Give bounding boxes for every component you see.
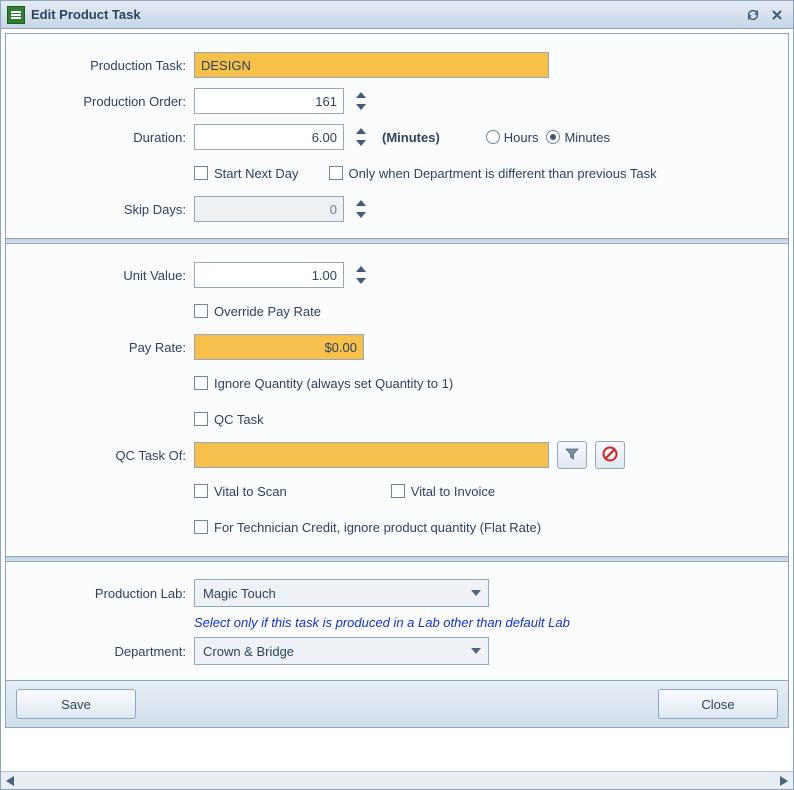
check-start-next-day[interactable]: Start Next Day: [194, 166, 299, 181]
radio-minutes[interactable]: Minutes: [546, 130, 610, 145]
close-icon[interactable]: [767, 5, 787, 25]
label-production-task: Production Task:: [16, 58, 194, 73]
spinner-up-icon[interactable]: [354, 197, 368, 209]
window-title: Edit Product Task: [31, 7, 141, 22]
production-lab-value: Magic Touch: [203, 586, 276, 601]
check-flat-rate-label: For Technician Credit, ignore product qu…: [214, 520, 541, 535]
label-pay-rate: Pay Rate:: [16, 340, 194, 355]
check-vital-to-scan-label: Vital to Scan: [214, 484, 287, 499]
check-qc-task[interactable]: QC Task: [194, 412, 264, 427]
check-vital-to-invoice-label: Vital to Invoice: [411, 484, 495, 499]
close-button[interactable]: Close: [658, 689, 778, 719]
spinner-down-icon[interactable]: [354, 209, 368, 221]
check-vital-to-invoice[interactable]: Vital to Invoice: [391, 484, 495, 499]
horizontal-scrollbar[interactable]: [1, 771, 793, 789]
production-order-input[interactable]: [194, 88, 344, 114]
spinner-up-icon[interactable]: [354, 263, 368, 275]
clear-button[interactable]: [595, 441, 625, 469]
filter-button[interactable]: [557, 441, 587, 469]
label-skip-days: Skip Days:: [16, 202, 194, 217]
pay-rate-input[interactable]: [194, 334, 364, 360]
label-unit-value: Unit Value:: [16, 268, 194, 283]
check-override-pay-rate[interactable]: Override Pay Rate: [194, 304, 321, 319]
label-qc-task-of: QC Task Of:: [16, 448, 194, 463]
check-qc-task-label: QC Task: [214, 412, 264, 427]
spinner-up-icon[interactable]: [354, 125, 368, 137]
duration-units-label: (Minutes): [382, 130, 440, 145]
check-start-next-day-label: Start Next Day: [214, 166, 299, 181]
check-override-pay-rate-label: Override Pay Rate: [214, 304, 321, 319]
spinner-down-icon[interactable]: [354, 137, 368, 149]
section-lab: Production Lab: Magic Touch Select only …: [6, 562, 788, 680]
chevron-down-icon: [470, 645, 482, 660]
qc-task-of-input[interactable]: [194, 442, 549, 468]
scroll-left-icon[interactable]: [1, 773, 19, 789]
chevron-down-icon: [470, 587, 482, 602]
radio-hours[interactable]: Hours: [486, 130, 539, 145]
scroll-right-icon[interactable]: [775, 773, 793, 789]
label-production-lab: Production Lab:: [16, 586, 194, 601]
save-button[interactable]: Save: [16, 689, 136, 719]
production-task-input[interactable]: [194, 52, 549, 78]
production-lab-help: Select only if this task is produced in …: [194, 615, 570, 630]
department-select[interactable]: Crown & Bridge: [194, 637, 489, 665]
skip-days-input: [194, 196, 344, 222]
funnel-icon: [564, 446, 580, 465]
skip-days-spinner[interactable]: [354, 197, 368, 221]
label-production-order: Production Order:: [16, 94, 194, 109]
unit-value-spinner[interactable]: [354, 263, 368, 287]
spinner-down-icon[interactable]: [354, 101, 368, 113]
check-only-when-dept-diff[interactable]: Only when Department is different than p…: [329, 166, 657, 181]
unit-value-input[interactable]: [194, 262, 344, 288]
radio-hours-label: Hours: [504, 130, 539, 145]
button-bar: Save Close: [6, 680, 788, 727]
app-icon: [7, 6, 25, 24]
check-flat-rate[interactable]: For Technician Credit, ignore product qu…: [194, 520, 541, 535]
main-panel: Production Task: Production Order: Durat…: [5, 33, 789, 728]
check-ignore-quantity[interactable]: Ignore Quantity (always set Quantity to …: [194, 376, 453, 391]
check-vital-to-scan[interactable]: Vital to Scan: [194, 484, 287, 499]
production-order-spinner[interactable]: [354, 89, 368, 113]
duration-spinner[interactable]: [354, 125, 368, 149]
production-lab-select[interactable]: Magic Touch: [194, 579, 489, 607]
check-only-when-dept-diff-label: Only when Department is different than p…: [349, 166, 657, 181]
department-value: Crown & Bridge: [203, 644, 294, 659]
spinner-down-icon[interactable]: [354, 275, 368, 287]
section-pay: Unit Value: Override Pay Rate Pay Rate:: [6, 244, 788, 556]
check-ignore-quantity-label: Ignore Quantity (always set Quantity to …: [214, 376, 453, 391]
spinner-up-icon[interactable]: [354, 89, 368, 101]
refresh-icon[interactable]: [743, 5, 763, 25]
radio-minutes-label: Minutes: [564, 130, 610, 145]
duration-input[interactable]: [194, 124, 344, 150]
label-department: Department:: [16, 644, 194, 659]
titlebar: Edit Product Task: [1, 1, 793, 29]
label-duration: Duration:: [16, 130, 194, 145]
section-task: Production Task: Production Order: Durat…: [6, 34, 788, 238]
cancel-icon: [602, 446, 618, 465]
